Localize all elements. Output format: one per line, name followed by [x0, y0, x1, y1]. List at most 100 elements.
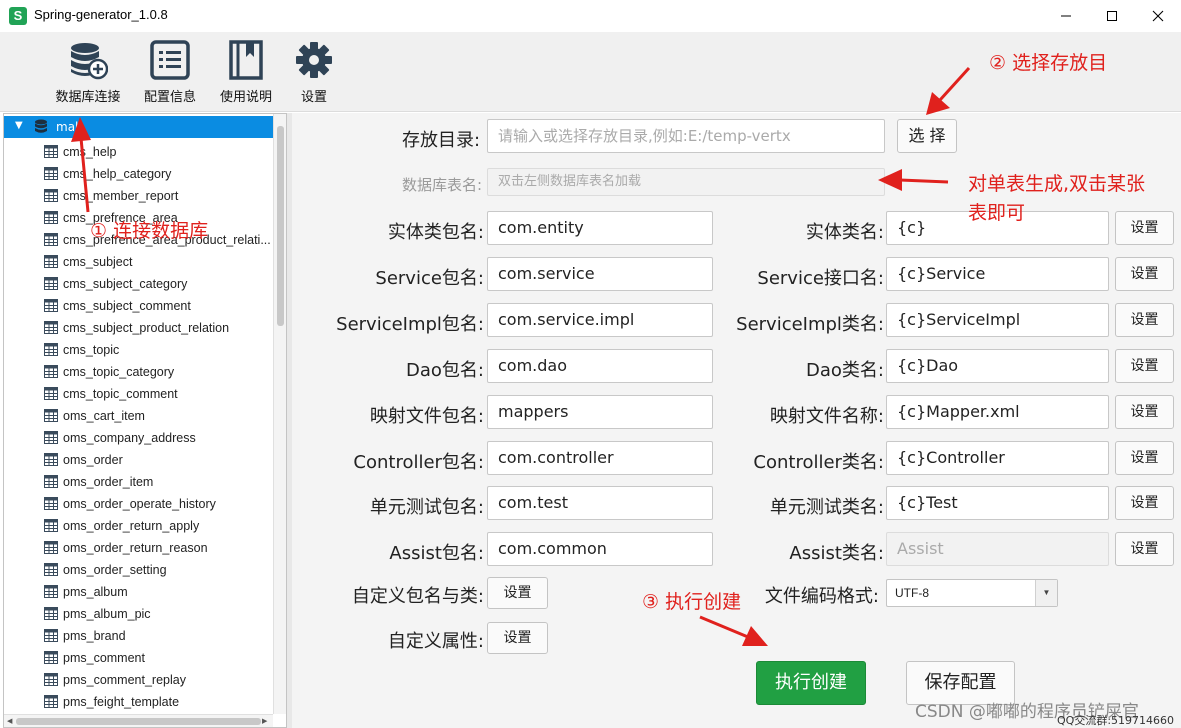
pkg-input[interactable]: com.service.impl	[487, 302, 713, 337]
tree-table-label: cms_subject	[63, 255, 133, 269]
table-icon	[44, 453, 58, 466]
tree-table-item[interactable]: cms_subject_category	[4, 273, 273, 295]
pkg-input[interactable]: com.dao	[487, 348, 713, 383]
expand-arrow-icon[interactable]: ▼	[15, 120, 23, 131]
tree-table-label: cms_help_category	[63, 167, 172, 181]
class-settings-button[interactable]: 设置	[1115, 256, 1174, 291]
class-name-input[interactable]: {c}Mapper.xml	[886, 394, 1109, 429]
table-icon	[44, 695, 58, 708]
tree-table-item[interactable]: cms_subject	[4, 251, 273, 273]
tree-table-item[interactable]: oms_order_setting	[4, 559, 273, 581]
tree-table-label: oms_order_return_apply	[63, 519, 200, 533]
class-name-input: Assist	[886, 532, 1109, 567]
encoding-value: UTF-8	[895, 586, 929, 600]
pkg-label: 实体类包名:	[387, 222, 484, 243]
choose-dir-button[interactable]: 选 择	[897, 119, 957, 153]
create-button[interactable]: 执行创建	[756, 661, 866, 705]
tree-table-item[interactable]: cms_topic_comment	[4, 383, 273, 405]
tree-table-item[interactable]: oms_order_item	[4, 471, 273, 493]
toolbar-manual-button[interactable]: 使用说明	[214, 40, 278, 105]
tree-table-item[interactable]: pms_brand	[4, 625, 273, 647]
tree-horizontal-scrollbar[interactable]: ◀ ▶	[4, 714, 273, 727]
tree-table-item[interactable]: cms_subject_comment	[4, 295, 273, 317]
tree-table-item[interactable]: pms_feight_template	[4, 691, 273, 713]
toolbar-settings-button[interactable]: 设置	[290, 40, 338, 105]
table-icon	[44, 145, 58, 158]
tree-root-mall[interactable]: ▼ mall	[4, 116, 273, 138]
pkg-input[interactable]: com.common	[487, 532, 713, 567]
pkg-label: Dao包名:	[406, 359, 484, 381]
tree-table-item[interactable]: cms_help	[4, 141, 273, 163]
class-name-label: 单元测试类名:	[769, 497, 884, 519]
window-title: Spring-generator_1.0.8	[34, 7, 168, 22]
class-settings-button[interactable]: 设置	[1115, 211, 1174, 245]
tree-table-item[interactable]: oms_company_address	[4, 427, 273, 449]
table-icon	[44, 211, 58, 224]
tree-table-item[interactable]: cms_topic_category	[4, 361, 273, 383]
tree-horizontal-scroll-thumb[interactable]	[16, 718, 261, 725]
table-icon	[44, 321, 58, 334]
database-tree[interactable]: ▼ mall cms_help cms_help_category cms_memb…	[3, 113, 287, 728]
table-icon	[44, 365, 58, 378]
custom-pkg-settings-button[interactable]: 设置	[487, 577, 548, 609]
class-name-input[interactable]: {c}Dao	[886, 348, 1109, 383]
tree-table-label: pms_feight_template	[63, 695, 180, 709]
chevron-down-icon[interactable]: ▼	[1035, 580, 1057, 606]
tree-vertical-scrollbar[interactable]	[273, 114, 286, 714]
toolbar-config-label: 配置信息	[143, 90, 196, 105]
table-icon	[44, 277, 58, 290]
pkg-input[interactable]: com.test	[487, 486, 713, 521]
tree-table-item[interactable]: oms_cart_item	[4, 405, 273, 427]
custom-attr-settings-button[interactable]: 设置	[487, 622, 548, 654]
annotation-choose-dir: ② 选择存放目	[989, 52, 1108, 74]
table-icon	[44, 519, 58, 532]
tree-table-item[interactable]: pms_comment_replay	[4, 669, 273, 691]
close-button[interactable]	[1135, 0, 1181, 32]
dir-input[interactable]: 请输入或选择存放目录,例如:E:/temp-vertx	[487, 119, 885, 153]
table-name-input: 双击左侧数据库表名加载	[487, 168, 885, 196]
scroll-right-icon[interactable]: ▶	[262, 717, 267, 725]
class-settings-button[interactable]: 设置	[1115, 486, 1174, 521]
tree-table-item[interactable]: oms_order_return_apply	[4, 515, 273, 537]
table-icon	[44, 475, 58, 488]
pkg-label: Controller包名:	[353, 451, 484, 473]
tree-table-item[interactable]: cms_member_report	[4, 185, 273, 207]
app-logo-icon: S	[9, 7, 27, 25]
class-name-input[interactable]: {c}ServiceImpl	[886, 302, 1109, 337]
tree-table-item[interactable]: oms_order_return_reason	[4, 537, 273, 559]
tree-table-label: oms_cart_item	[63, 409, 145, 423]
tree-table-item[interactable]: oms_order	[4, 449, 273, 471]
pkg-input[interactable]: com.entity	[487, 211, 713, 245]
tree-table-item[interactable]: oms_order_operate_history	[4, 493, 273, 515]
class-name-input[interactable]: {c}Controller	[886, 440, 1109, 475]
class-settings-button[interactable]: 设置	[1115, 348, 1174, 383]
tree-table-item[interactable]: pms_album	[4, 581, 273, 603]
class-settings-button[interactable]: 设置	[1115, 302, 1174, 337]
table-icon	[44, 431, 58, 444]
tree-table-item[interactable]: cms_subject_product_relation	[4, 317, 273, 339]
class-settings-button[interactable]: 设置	[1115, 440, 1174, 475]
pkg-input[interactable]: com.controller	[487, 440, 713, 475]
class-settings-button[interactable]: 设置	[1115, 394, 1174, 429]
maximize-icon	[1107, 11, 1117, 21]
tree-vertical-scroll-thumb[interactable]	[277, 126, 284, 326]
tree-table-item[interactable]: cms_topic	[4, 339, 273, 361]
toolbar-config-button[interactable]: 配置信息	[138, 40, 202, 105]
toolbar-settings-label: 设置	[300, 90, 327, 105]
class-name-input[interactable]: {c}Service	[886, 256, 1109, 291]
toolbar-db-connect-button[interactable]: 数据库连接	[50, 40, 126, 105]
maximize-button[interactable]	[1089, 0, 1135, 32]
encoding-select[interactable]: UTF-8 ▼	[886, 579, 1058, 607]
tree-table-item[interactable]: pms_comment	[4, 647, 273, 669]
minimize-button[interactable]	[1043, 0, 1089, 32]
pkg-input[interactable]: com.service	[487, 256, 713, 291]
book-icon	[229, 40, 263, 80]
toolbar-db-connect-label: 数据库连接	[55, 90, 121, 105]
tree-table-label: oms_order_setting	[63, 563, 167, 577]
tree-table-item[interactable]: cms_help_category	[4, 163, 273, 185]
class-settings-button[interactable]: 设置	[1115, 532, 1174, 567]
tree-table-item[interactable]: pms_album_pic	[4, 603, 273, 625]
class-name-input[interactable]: {c}Test	[886, 486, 1109, 521]
scroll-left-icon[interactable]: ◀	[7, 717, 12, 725]
pkg-input[interactable]: mappers	[487, 394, 713, 429]
